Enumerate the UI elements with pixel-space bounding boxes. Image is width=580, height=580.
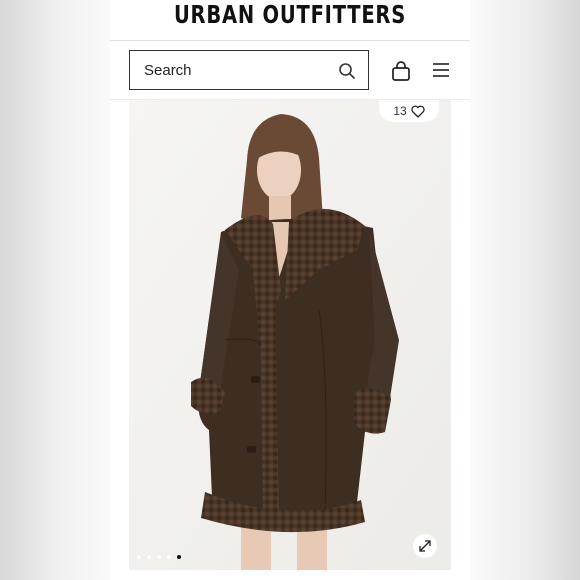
favorite-count: 13 xyxy=(393,104,407,118)
hamburger-menu-icon[interactable] xyxy=(431,61,451,79)
pagination-dot-active[interactable] xyxy=(177,555,181,559)
image-pagination xyxy=(137,555,181,559)
search-box[interactable]: Search xyxy=(129,50,369,90)
pagination-dot[interactable] xyxy=(167,555,171,559)
pagination-dot[interactable] xyxy=(147,555,151,559)
product-photo xyxy=(129,100,451,570)
pagination-dot[interactable] xyxy=(137,555,141,559)
expand-arrows-icon xyxy=(419,540,431,552)
favorite-button[interactable]: 13 xyxy=(379,100,439,122)
search-icon[interactable] xyxy=(338,62,356,80)
search-input[interactable]: Search xyxy=(144,51,192,90)
pagination-dot[interactable] xyxy=(157,555,161,559)
expand-image-button[interactable] xyxy=(413,534,437,558)
brand-logo[interactable]: URBAN OUTFITTERS xyxy=(150,0,431,32)
heart-outline-icon xyxy=(411,105,425,118)
product-image[interactable]: 13 xyxy=(129,100,451,570)
mobile-page: URBAN OUTFITTERS Search 13 xyxy=(110,0,470,580)
header-divider xyxy=(110,40,470,41)
shopping-bag-icon[interactable] xyxy=(390,60,412,82)
